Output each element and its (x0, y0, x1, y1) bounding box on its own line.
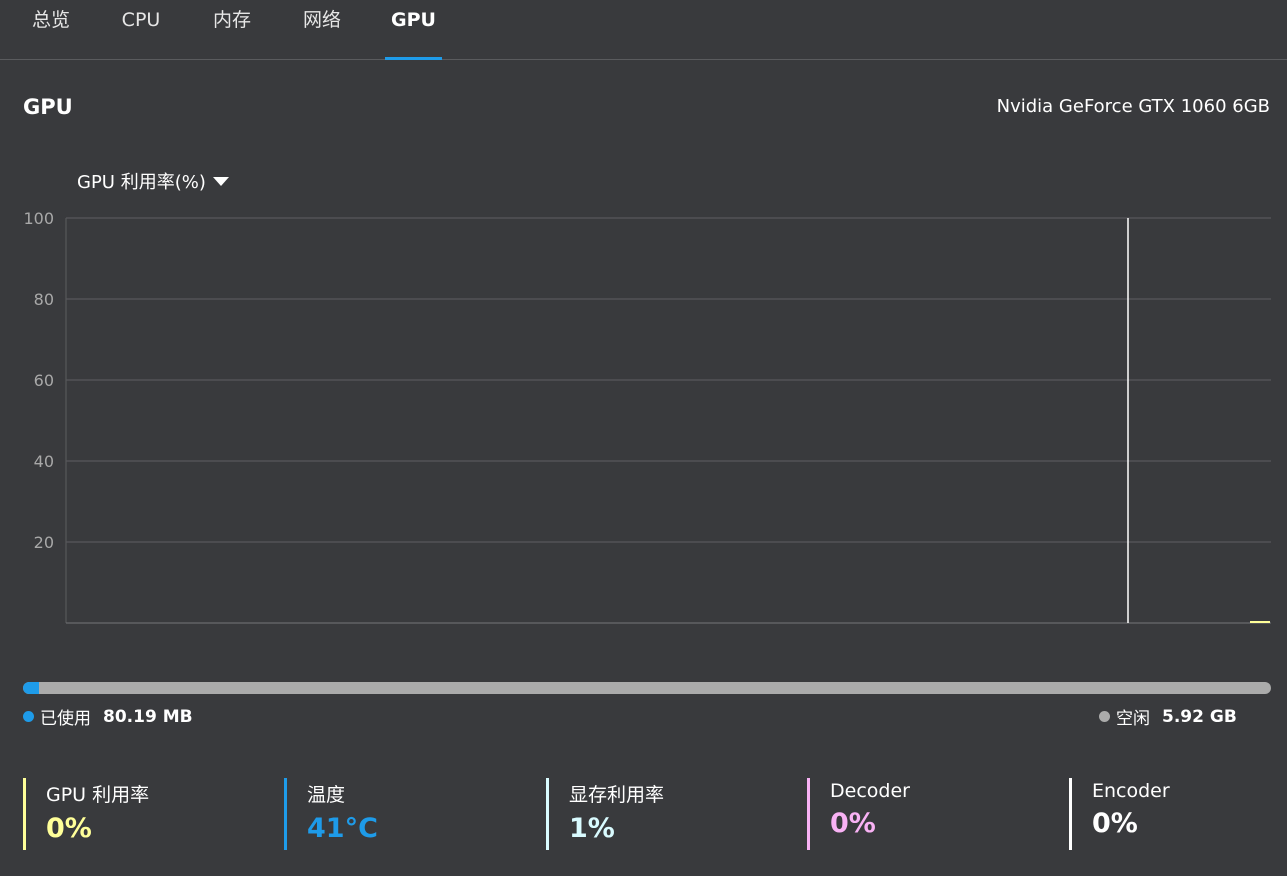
stat-label: 温度 (307, 784, 346, 806)
memory-free-legend: 空闲 5.92 GB (1099, 704, 1237, 729)
stat-value: 0% (1092, 808, 1138, 839)
memory-used-fill (23, 682, 40, 694)
stat-label: 显存利用率 (569, 784, 665, 806)
stat-value: 0% (46, 813, 92, 844)
stat-label: Decoder (830, 780, 910, 802)
y-tick-label: 20 (34, 533, 54, 552)
y-tick-label: 80 (34, 290, 54, 309)
stat-temperature: 温度 41°C (284, 778, 378, 850)
y-tick-label: 60 (34, 371, 54, 390)
stat-gpu-usage: GPU 利用率 0% (23, 778, 149, 850)
stat-label: Encoder (1092, 780, 1170, 802)
tab-bar: 总览 CPU 内存 网络 GPU (0, 0, 1287, 60)
tab-overview[interactable]: 总览 (30, 0, 72, 59)
caret-down-icon (212, 176, 229, 186)
stat-label: GPU 利用率 (46, 784, 150, 806)
memory-used-legend: 已使用 80.19 MB (23, 704, 193, 729)
memory-free-value: 5.92 GB (1162, 706, 1237, 727)
memory-used-label: 已使用 (40, 709, 91, 729)
memory-usage-bar (23, 682, 1271, 694)
stat-value: 0% (830, 808, 876, 839)
metric-dropdown-label: GPU 利用率(%) (77, 172, 206, 193)
stat-decoder: Decoder 0% (807, 778, 910, 850)
stat-value: 41°C (307, 813, 378, 844)
memory-used-value: 80.19 MB (103, 706, 193, 727)
memory-free-label: 空闲 (1116, 709, 1150, 729)
y-tick-label: 100 (23, 209, 54, 228)
y-tick-label: 40 (34, 452, 54, 471)
gpu-model-name: Nvidia GeForce GTX 1060 6GB (996, 96, 1270, 117)
section-title: GPU (23, 95, 73, 119)
tab-cpu[interactable]: CPU (118, 0, 164, 59)
gpu-usage-chart: 100 80 60 40 20 (23, 209, 1271, 624)
stat-encoder: Encoder 0% (1069, 778, 1170, 850)
metric-dropdown[interactable]: GPU 利用率(%) (77, 168, 229, 194)
stat-value: 1% (569, 813, 615, 844)
stat-vram-usage: 显存利用率 1% (546, 778, 664, 850)
tab-memory[interactable]: 内存 (210, 0, 254, 59)
tab-network[interactable]: 网络 (300, 0, 344, 59)
tab-gpu[interactable]: GPU (385, 0, 442, 60)
used-dot-icon (23, 711, 34, 722)
free-dot-icon (1099, 711, 1110, 722)
